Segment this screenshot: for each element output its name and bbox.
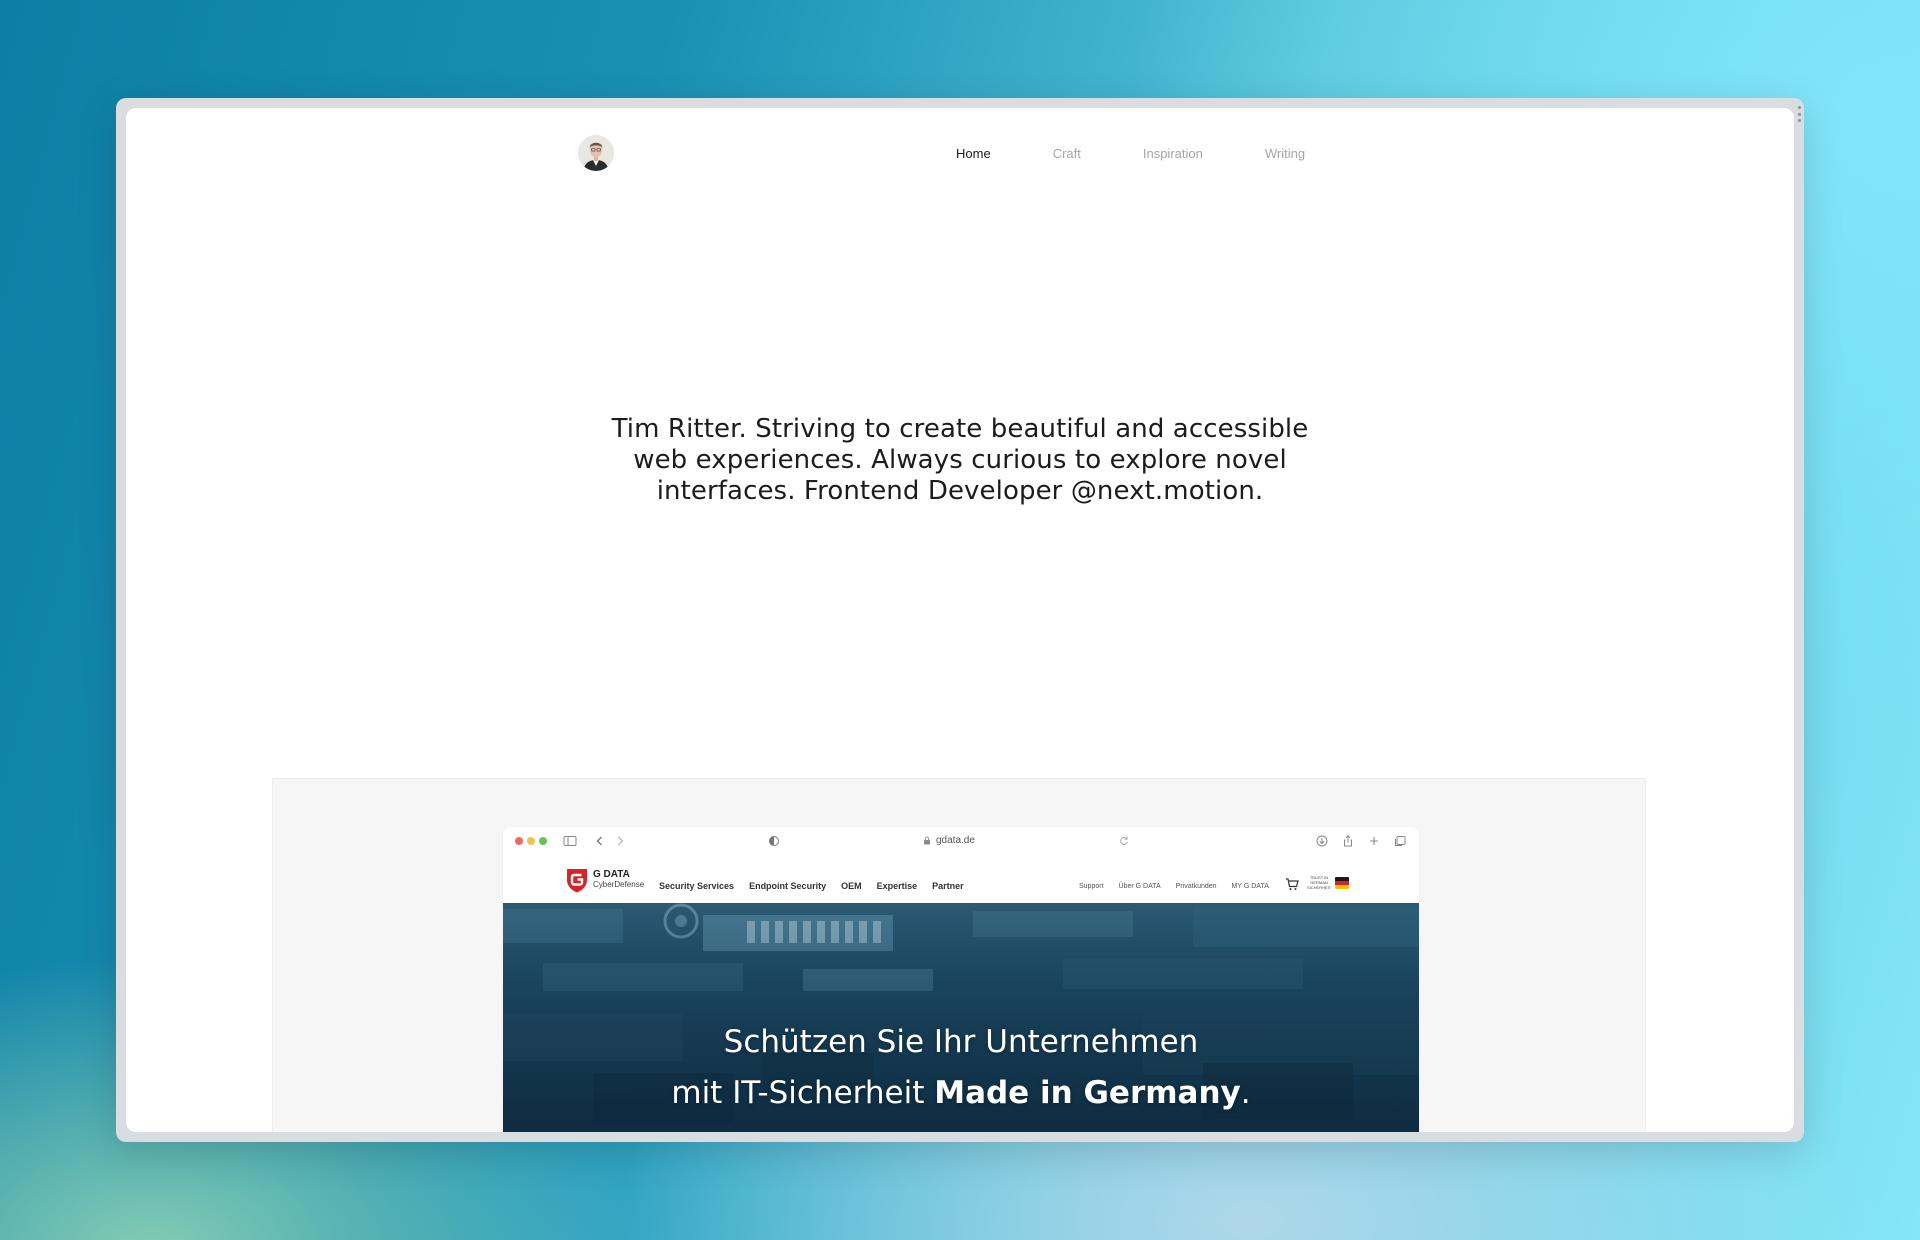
gdata-hero-banner: Schützen Sie Ihr Unternehmen mit IT-Sich… [503,903,1419,1132]
gdata-primary-nav: Security Services Endpoint Security OEM … [659,881,964,891]
gdata-shield-logo-icon [567,869,587,893]
nav-craft-link[interactable]: Craft [1053,146,1081,161]
gdata-nav-my-gdata[interactable]: MY G DATA [1232,883,1269,890]
reload-icon [1120,836,1128,846]
close-dot-icon [515,837,523,845]
cart-icon[interactable] [1285,877,1299,891]
new-tab-icon [1370,837,1378,845]
portfolio-page: Home Craft Inspiration Writing Tim Ritte… [126,108,1794,1132]
share-icon [1344,835,1352,847]
gdata-nav-support[interactable]: Support [1079,883,1104,890]
avatar[interactable] [578,135,614,171]
trust-badge-text: TRUST IN GERMAN SICHERHEIT [1307,875,1332,890]
sidebar-icon [563,836,577,846]
url-bar: gdata.de [923,835,975,846]
german-flag-icon [1335,876,1349,889]
gdata-site-header: G DATA CyberDefense Security Services En… [503,855,1419,903]
tabs-icon [1395,836,1406,846]
gdata-nav-partner[interactable]: Partner [932,881,964,891]
hero-headline-prefix: mit IT-Sicherheit [671,1075,935,1111]
nav-inspiration-link[interactable]: Inspiration [1143,146,1203,161]
lock-icon [924,836,930,845]
hero-headline-suffix: . [1240,1075,1251,1111]
gdata-nav-private-customers[interactable]: Privatkunden [1176,883,1217,890]
nav-home-link[interactable]: Home [956,146,991,161]
download-icon [1316,835,1328,847]
gdata-secondary-nav: Support Über G DATA Privatkunden MY G DA… [1079,883,1269,890]
intro-text: Tim Ritter. Striving to create beautiful… [611,414,1309,506]
gdata-logo[interactable]: G DATA CyberDefense [565,867,644,893]
mockup-browser-toolbar: gdata.de [503,827,1419,855]
minimize-dot-icon [527,837,535,845]
main-nav: Home Craft Inspiration Writing [956,146,1305,161]
gdata-logo-title: G DATA [593,869,630,880]
back-icon [596,836,602,846]
forward-icon [618,836,624,846]
project-browser-mockup: gdata.de G DATA CyberDefense Security Se… [503,827,1419,1132]
gdata-nav-expertise[interactable]: Expertise [877,881,918,891]
gdata-nav-oem[interactable]: OEM [841,881,862,891]
url-text: gdata.de [936,835,975,846]
maximize-dot-icon [539,837,547,845]
avatar-portrait-icon [578,135,614,171]
gdata-logo-subtitle: CyberDefense [593,880,645,889]
project-showcase[interactable]: gdata.de G DATA CyberDefense Security Se… [272,778,1646,1132]
shield-icon [769,836,779,846]
hero-headline-line1: Schützen Sie Ihr Unternehmen [723,1024,1199,1060]
hero-headline-line2: mit IT-Sicherheit Made in Germany. [503,1068,1419,1119]
nav-writing-link[interactable]: Writing [1265,146,1305,161]
hero-headline-bold: Made in Germany [934,1075,1241,1111]
gdata-nav-security-services[interactable]: Security Services [659,881,734,891]
window-resize-handle[interactable] [1797,106,1801,122]
trust-badge: TRUST IN GERMAN SICHERHEIT [1307,875,1349,890]
gdata-nav-endpoint-security[interactable]: Endpoint Security [749,881,826,891]
gdata-nav-about[interactable]: Über G DATA [1119,883,1161,890]
